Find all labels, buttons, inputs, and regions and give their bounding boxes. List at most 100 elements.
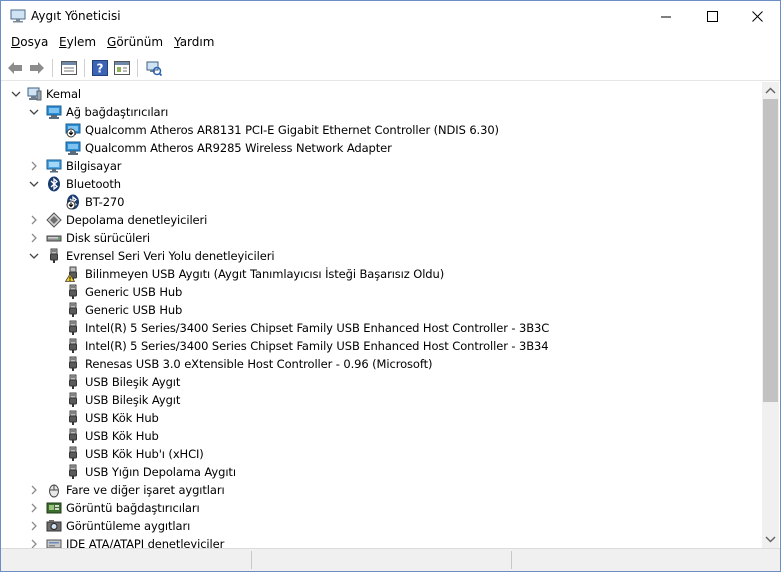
tree-node[interactable]: Bilgisayar [2,157,742,175]
back-button[interactable] [5,58,25,78]
forward-button[interactable] [27,58,47,78]
tree-node[interactable]: Qualcomm Atheros AR8131 PCI-E Gigabit Et… [2,121,742,139]
ide-icon [46,539,62,548]
device-manager-window: Aygıt Yöneticisi Dosya Eylem Görünüm Yar… [0,0,781,572]
toolbar-separator [52,59,53,77]
tree-node[interactable]: USB Kök Hub [2,409,742,427]
tree-node[interactable]: USB Kök Hub [2,427,742,445]
tree-node[interactable]: USB Bileşik Aygıt [2,373,742,391]
scroll-down-icon[interactable] [762,532,779,546]
tree-node-label: Bilinmeyen USB Aygıtı (Aygıt Tanımlayıcı… [85,267,445,281]
expand-chevron-icon[interactable] [28,537,40,548]
properties-icon [61,61,77,75]
tree-node[interactable]: USB Bileşik Aygıt [2,391,742,409]
scrollbar-thumb[interactable] [763,99,778,402]
svg-text:?: ? [97,62,104,76]
tree-node-label: Intel(R) 5 Series/3400 Series Chipset Fa… [85,321,550,335]
bluetooth-icon [48,176,60,192]
collapse-chevron-icon[interactable] [10,87,22,101]
tree-node[interactable]: Bilinmeyen USB Aygıtı (Aygıt Tanımlayıcı… [2,265,742,283]
properties-button[interactable] [59,58,79,78]
tree-node[interactable]: Kemal [2,85,742,103]
help-button[interactable]: ? [90,58,110,78]
tree-node-label: Bluetooth [66,177,121,191]
tree-node-label: Görüntüleme aygıtları [66,519,191,533]
device-tree[interactable]: Kemal Ağ bağdaştırıcıları Qualcomm Atheros… [2,82,762,548]
menu-file[interactable]: Dosya [11,35,48,49]
usb-icon [69,410,77,425]
tree-node-label: Depolama denetleyicileri [66,213,208,227]
tree-node[interactable]: Generic USB Hub [2,301,742,319]
tree-node[interactable]: Bluetooth [2,175,742,193]
tree-node[interactable]: USB Yığın Depolama Aygıtı [2,463,742,481]
usb-icon [69,392,77,407]
view-button[interactable] [112,58,132,78]
menu-file-rest: osya [20,35,49,49]
scroll-up-icon[interactable] [762,84,779,98]
forward-icon [30,62,44,74]
tree-node-label: Qualcomm Atheros AR8131 PCI-E Gigabit Et… [85,123,499,137]
usb-warning-icon [65,266,77,282]
display-adapter-icon [46,502,62,514]
network-adapter-icon [46,105,62,119]
vertical-scrollbar[interactable] [762,82,779,548]
menu-view[interactable]: Görünüm [107,35,163,49]
tree-node[interactable]: USB Kök Hub'ı (xHCI) [2,445,742,463]
tree-node[interactable]: Görüntü bağdaştırıcıları [2,499,742,517]
minimize-button[interactable] [643,1,689,31]
tree-node-label: Disk sürücüleri [66,231,150,245]
camera-icon [46,520,62,532]
menu-bar: Dosya Eylem Görünüm Yardım [1,32,780,54]
status-divider [511,551,512,569]
expand-chevron-icon[interactable] [28,231,40,245]
tree-node[interactable]: Intel(R) 5 Series/3400 Series Chipset Fa… [2,319,742,337]
tree-node-label: Fare ve diğer işaret aygıtları [66,483,225,497]
menu-view-rest: örünüm [116,35,164,49]
tree-node[interactable]: Fare ve diğer işaret aygıtları [2,481,742,499]
toolbar-separator [84,59,85,77]
collapse-chevron-icon[interactable] [28,249,40,263]
window-title: Aygıt Yöneticisi [31,9,121,23]
menu-action[interactable]: Eylem [59,35,96,49]
menu-action-key: E [59,35,67,49]
scan-hardware-button[interactable] [144,58,164,78]
tree-node[interactable]: Disk sürücüleri [2,229,742,247]
tree-node-label: Bilgisayar [66,159,122,173]
status-bar [1,548,780,571]
tree-node-label: Ağ bağdaştırıcıları [66,105,169,119]
menu-help[interactable]: Yardım [174,35,214,49]
tree-node[interactable]: Renesas USB 3.0 eXtensible Host Controll… [2,355,742,373]
tree-node-label: Generic USB Hub [85,285,183,299]
tree-node-label: IDE ATA/ATAPI denetleyiciler [66,537,225,548]
storage-controller-icon [46,212,62,228]
tree-node-label: Görüntü bağdaştırıcıları [66,501,200,515]
collapse-chevron-icon[interactable] [28,105,40,119]
expand-chevron-icon[interactable] [28,501,40,515]
status-divider [251,551,252,569]
tree-node[interactable]: Qualcomm Atheros AR9285 Wireless Network… [2,139,742,157]
tree-node[interactable]: Intel(R) 5 Series/3400 Series Chipset Fa… [2,337,742,355]
expand-chevron-icon[interactable] [28,213,40,227]
tree-node[interactable]: Görüntüleme aygıtları [2,517,742,535]
expand-chevron-icon[interactable] [28,483,40,497]
maximize-button[interactable] [689,1,735,31]
menu-file-key: D [11,35,21,49]
close-button[interactable] [734,1,780,31]
expand-chevron-icon[interactable] [28,159,40,173]
toolbar: ? [1,55,780,81]
toolbar-separator [137,59,138,77]
usb-icon [69,338,77,353]
device-manager-app-icon [10,9,26,23]
tree-node-label: USB Kök Hub'ı (xHCI) [85,447,204,461]
tree-node[interactable]: Evrensel Seri Veri Yolu denetleyicileri [2,247,742,265]
tree-node[interactable]: Generic USB Hub [2,283,742,301]
bluetooth-disabled-icon [66,194,79,210]
tree-node[interactable]: Depolama denetleyicileri [2,211,742,229]
tree-node[interactable]: IDE ATA/ATAPI denetleyiciler [2,535,742,548]
disk-drive-icon [46,235,62,242]
tree-node[interactable]: Ağ bağdaştırıcıları [2,103,742,121]
close-icon [751,10,763,22]
tree-node[interactable]: BT-270 [2,193,742,211]
expand-chevron-icon[interactable] [28,519,40,533]
collapse-chevron-icon[interactable] [28,177,40,191]
